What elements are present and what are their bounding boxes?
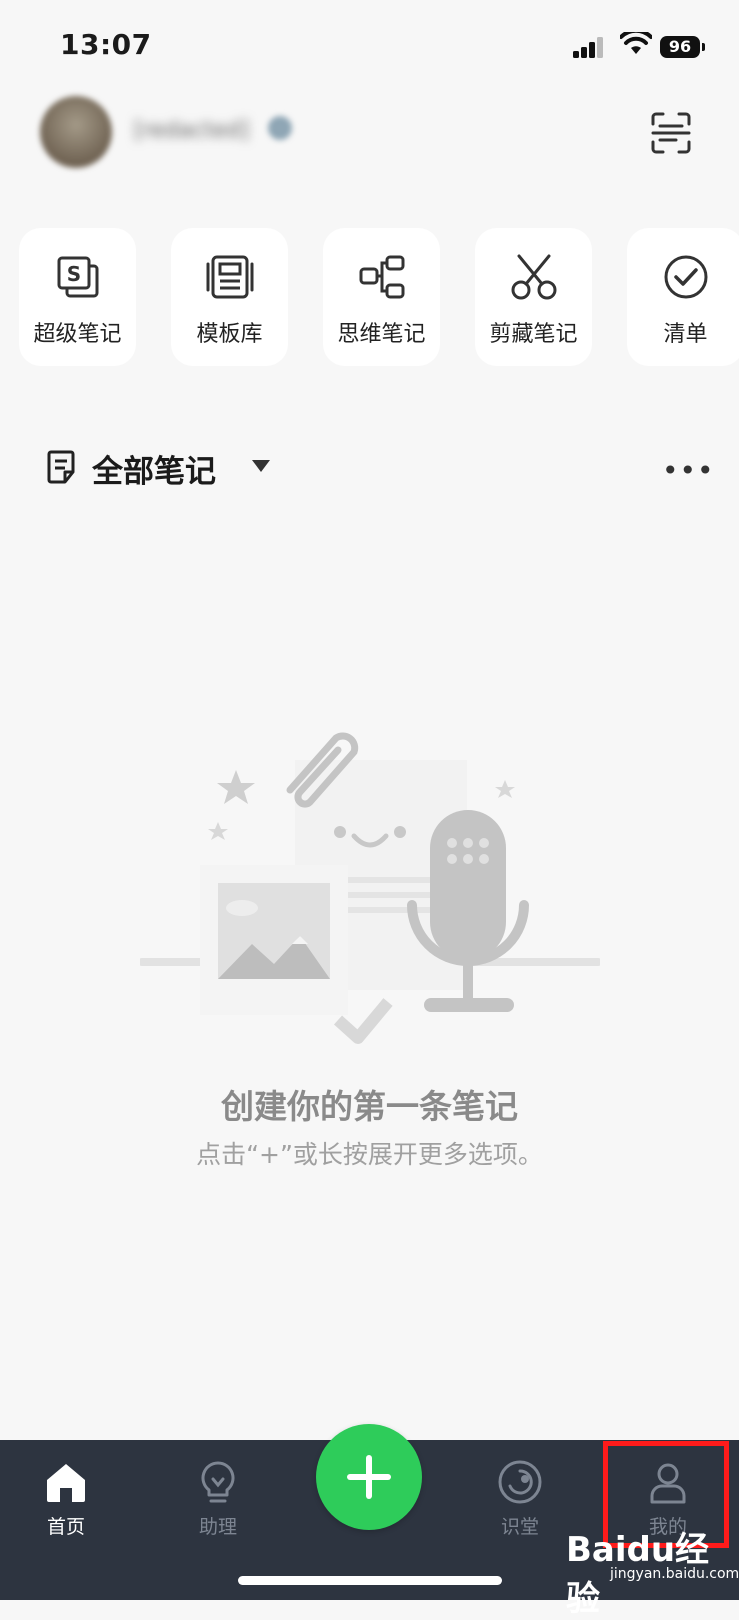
lightbulb-icon <box>201 1461 235 1503</box>
status-bar: 13:07 96 <box>0 0 739 92</box>
caret-down-icon[interactable] <box>252 460 270 472</box>
quick-action-mindmap[interactable]: 思维笔记 <box>323 228 440 366</box>
notes-header: 全部笔记 ••• <box>46 446 714 491</box>
tab-label: 助理 <box>198 1516 237 1538</box>
plus-icon <box>347 1455 391 1499</box>
add-note-button[interactable] <box>316 1424 422 1530</box>
tab-learning[interactable]: 识堂 <box>470 1458 570 1558</box>
scissors-icon <box>511 254 557 300</box>
watermark-url: jingyan.baidu.com <box>610 1566 739 1582</box>
quick-action-label: 剪藏笔记 <box>489 322 578 347</box>
quick-action-checklist[interactable]: 清单 <box>627 228 739 366</box>
super-note-icon: S <box>57 256 99 298</box>
notes-filter-title[interactable]: 全部笔记 <box>92 446 216 491</box>
username[interactable]: [redacted] <box>134 118 264 148</box>
battery-indicator: 96 <box>660 36 700 58</box>
home-indicator <box>238 1576 502 1585</box>
tab-label: 识堂 <box>500 1516 539 1538</box>
tab-label: 首页 <box>46 1516 85 1538</box>
quick-action-label: 超级笔记 <box>33 322 122 347</box>
tab-home[interactable]: 首页 <box>16 1458 116 1558</box>
avatar[interactable] <box>40 96 112 168</box>
more-options-button[interactable]: ••• <box>662 454 715 487</box>
svg-text:S: S <box>67 262 81 286</box>
note-list-icon <box>47 450 75 484</box>
vip-badge <box>268 116 292 140</box>
empty-state-subtitle: 点击“+”或长按展开更多选项。 <box>196 1140 543 1169</box>
baidu-watermark: Baidu经验 jingyan.baidu.com <box>566 1500 739 1619</box>
quick-action-template[interactable]: 模板库 <box>171 228 288 366</box>
tab-assistant[interactable]: 助理 <box>168 1458 268 1558</box>
cellular-signal-icon <box>573 37 603 58</box>
scan-icon[interactable] <box>650 112 692 154</box>
quick-action-label: 模板库 <box>196 322 263 347</box>
quick-action-label: 思维笔记 <box>337 322 426 347</box>
mindmap-icon <box>359 255 405 299</box>
quick-action-clip[interactable]: 剪藏笔记 <box>475 228 592 366</box>
quick-action-super-note[interactable]: S 超级笔记 <box>19 228 136 366</box>
empty-notes-illustration <box>140 732 600 1044</box>
target-icon <box>498 1460 542 1504</box>
wifi-icon <box>620 32 652 54</box>
empty-state-title: 创建你的第一条笔记 <box>221 1087 518 1126</box>
status-time: 13:07 <box>60 28 152 61</box>
template-icon <box>206 255 254 299</box>
home-icon <box>47 1464 85 1502</box>
checklist-icon <box>664 255 708 299</box>
quick-action-label: 清单 <box>663 322 708 347</box>
battery-tip <box>702 43 705 51</box>
